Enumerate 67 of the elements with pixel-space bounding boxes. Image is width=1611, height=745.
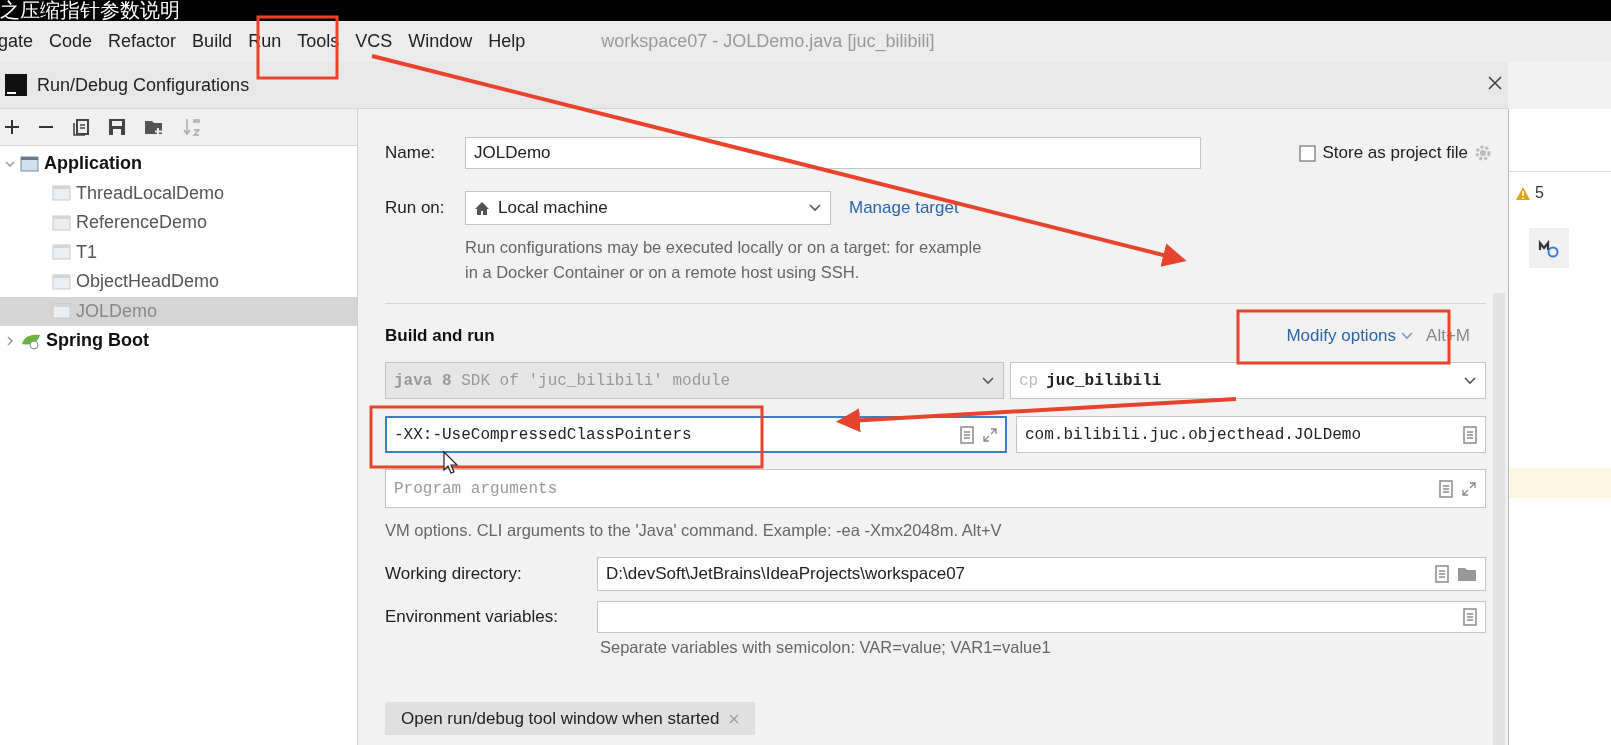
mouse-cursor-icon <box>443 450 459 474</box>
maven-icon[interactable] <box>1538 238 1560 258</box>
document-icon[interactable] <box>1463 608 1477 626</box>
vm-options-hint: VM options. CLI arguments to the 'Java' command. Example: -ea -Xmx2048m. Alt+V <box>385 520 1003 541</box>
field-label: Environment variables: <box>385 607 559 627</box>
menu-item[interactable]: Refactor <box>108 31 185 52</box>
working-directory-field[interactable]: D:\devSoft\JetBrains\IdeaProjects\workspace07 <box>597 557 1486 591</box>
caret-icon <box>981 375 995 386</box>
menu-item[interactable]: Build <box>192 31 241 52</box>
warning-count[interactable]: 5 <box>1535 184 1544 202</box>
menu-item[interactable]: Code <box>49 31 101 52</box>
expand-icon[interactable] <box>1461 480 1477 497</box>
tree-item[interactable]: Spring Boot <box>0 326 357 356</box>
tree-item[interactable]: T1 <box>0 237 357 267</box>
folder-icon[interactable] <box>144 118 164 136</box>
caret-icon <box>808 203 822 213</box>
tree-item[interactable]: Application <box>0 149 357 179</box>
expand-icon[interactable] <box>982 426 998 443</box>
tree-item[interactable]: ThreadLocalDemo <box>0 178 357 208</box>
app-logo-icon <box>5 74 27 96</box>
window-icon <box>52 243 72 262</box>
window-icon <box>52 272 72 291</box>
name-field[interactable]: JOLDemo <box>465 137 1201 169</box>
field-label: Working directory: <box>385 564 523 584</box>
caret-icon <box>1463 375 1477 386</box>
document-icon[interactable] <box>960 425 974 444</box>
folder-icon[interactable] <box>1457 566 1477 582</box>
add-icon[interactable] <box>4 119 20 135</box>
manage-targets-link[interactable]: Manage target <box>849 198 959 218</box>
home-icon <box>474 200 490 216</box>
window-icon <box>52 184 72 203</box>
environment-hint: Separate variables with semicolon: VAR=value; VAR1=value1 <box>600 637 1052 658</box>
menu-item[interactable]: VCS <box>355 31 401 52</box>
classpath-dropdown[interactable]: cp juc_bilibili <box>1010 362 1486 399</box>
dialog-title: Run/Debug Configurations <box>37 74 250 96</box>
main-class-field[interactable]: com.bilibili.juc.objecthead.JOLDemo <box>1016 416 1486 453</box>
modify-options-link[interactable]: Modify options <box>1286 326 1415 346</box>
caret-icon <box>1400 331 1415 341</box>
checkbox[interactable] <box>1299 144 1317 162</box>
tree-item[interactable]: ReferenceDemo <box>0 208 357 238</box>
sort-icon[interactable] <box>182 117 202 137</box>
tree-item[interactable]: ObjectHeadDemo <box>0 267 357 297</box>
document-icon[interactable] <box>1439 479 1453 498</box>
video-caption: 之压缩指针参数说明 <box>0 0 180 21</box>
menu-item[interactable]: Help <box>488 31 534 52</box>
option-tag[interactable]: Open run/debug tool window when started <box>385 702 756 735</box>
window-icon <box>52 213 72 232</box>
copy-icon[interactable] <box>72 118 90 136</box>
document-icon[interactable] <box>1463 425 1477 444</box>
run-on-dropdown[interactable]: Local machine <box>465 191 831 225</box>
vm-options-field[interactable]: -XX:-UseCompressedClassPointers <box>385 416 1007 453</box>
field-label: Name: <box>385 143 437 163</box>
window-icon <box>52 302 72 321</box>
field-label: Run on: <box>385 198 446 218</box>
close-icon[interactable] <box>1488 76 1502 90</box>
document-icon[interactable] <box>1435 565 1449 583</box>
window-title: workspace07 - JOLDemo.java [juc_bilibili] <box>601 31 935 52</box>
checkbox-label[interactable]: Store as project file <box>1322 143 1468 163</box>
warning-icon[interactable] <box>1515 185 1531 201</box>
environment-variables-field[interactable] <box>597 601 1486 633</box>
run-on-hint: Run configurations may be executed locally or on a target: for example in a Docker Container or on a remote host using SSH. <box>465 237 983 283</box>
save-icon[interactable] <box>108 118 126 136</box>
chevron-right-icon[interactable] <box>4 334 16 347</box>
menu-item[interactable]: Window <box>408 31 481 52</box>
gear-icon[interactable] <box>1474 144 1492 162</box>
window-icon <box>20 154 40 173</box>
section-title: Build and run <box>385 326 496 346</box>
